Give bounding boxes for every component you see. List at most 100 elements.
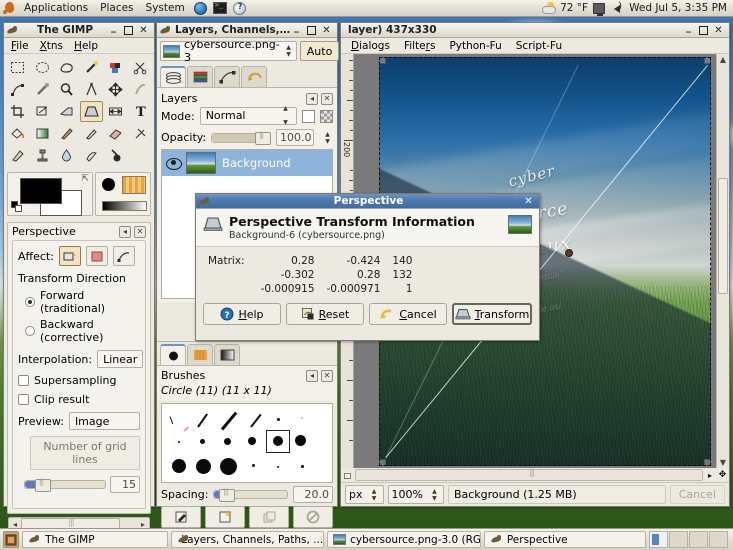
scroll-up-icon[interactable]: ▲ [717, 55, 729, 64]
clip-result-row[interactable]: Clip result [18, 393, 140, 406]
supersampling-checkbox[interactable] [18, 375, 29, 386]
close-button[interactable] [321, 25, 332, 36]
grid-lines-slider-row[interactable]: 15 [18, 476, 140, 493]
dodge-burn-icon[interactable] [104, 145, 128, 166]
eraser-icon[interactable] [104, 123, 128, 144]
menu-system[interactable]: System [140, 0, 191, 16]
active-brush-indicator[interactable] [102, 178, 115, 191]
text-icon[interactable]: T [129, 101, 153, 122]
image-selector-spinner-icon[interactable]: ▲ ▼ [283, 44, 293, 58]
transform-button[interactable]: Transform [452, 303, 532, 325]
dock-close-icon[interactable]: ✕ [134, 225, 146, 238]
transform-handle-bl[interactable] [379, 459, 386, 466]
workspace-2[interactable] [669, 531, 688, 548]
foreground-color-swatch[interactable] [20, 178, 62, 204]
close-button[interactable] [713, 25, 724, 36]
clip-result-checkbox[interactable] [18, 394, 29, 405]
reset-colors-icon[interactable] [11, 201, 22, 212]
transform-selection-icon[interactable] [85, 246, 108, 266]
unit-spinner-icon[interactable]: ▲ ▼ [369, 488, 380, 502]
radio-forward[interactable] [25, 297, 35, 307]
help-button[interactable]: ? Help [203, 303, 281, 325]
workspace-switcher[interactable] [649, 531, 730, 548]
crop-icon[interactable] [6, 101, 30, 122]
spacing-slider[interactable] [213, 488, 288, 502]
minimize-button[interactable] [108, 25, 119, 36]
zoom-icon[interactable] [55, 79, 79, 100]
radio-backward[interactable] [25, 326, 35, 336]
menu-xtns[interactable]: Xtns [35, 39, 68, 53]
paths-tab-icon[interactable] [214, 66, 240, 87]
reset-button[interactable]: Reset [286, 303, 364, 325]
opacity-value[interactable]: 100.0 [276, 129, 314, 146]
active-brush-pattern-gradient[interactable] [95, 172, 151, 216]
spacing-value[interactable]: 20.0 [293, 486, 333, 503]
unit-selector[interactable]: px ▲ ▼ [345, 485, 384, 504]
shear-perspective-icon[interactable] [79, 101, 103, 122]
minimize-button[interactable] [683, 25, 694, 36]
channels-tab-icon[interactable] [187, 66, 213, 87]
pencil-icon[interactable] [55, 123, 79, 144]
transform-handle-tl[interactable] [379, 57, 386, 64]
select-by-color-icon[interactable] [104, 57, 128, 78]
taskbar-item-image[interactable]: cybersource.png-3.0 (RG... [327, 531, 481, 548]
close-button[interactable] [523, 196, 534, 207]
smudge-icon[interactable] [80, 145, 104, 166]
ellipse-select-icon[interactable] [31, 57, 55, 78]
gradient-icon[interactable] [31, 123, 55, 144]
dock-close-icon[interactable]: ✕ [321, 369, 333, 382]
workspace-4[interactable] [709, 531, 728, 548]
preview-combo[interactable]: Image [68, 412, 140, 430]
rotate-icon[interactable] [31, 101, 55, 122]
blur-sharpen-icon[interactable] [55, 145, 79, 166]
image-selector-combo[interactable]: cybersource.png-3 ▲ ▼ [160, 38, 297, 64]
menu-filters[interactable]: Filters [400, 39, 440, 53]
scale-icon[interactable] [55, 101, 79, 122]
brushes-tab-icon[interactable] [160, 344, 186, 365]
airbrush-icon[interactable] [129, 123, 153, 144]
move-icon[interactable] [104, 79, 128, 100]
active-pattern-indicator[interactable] [122, 176, 146, 194]
auto-button[interactable]: Auto [299, 41, 340, 61]
taskbar-item-gimp[interactable]: The GIMP [22, 531, 169, 548]
menu-places[interactable]: Places [94, 0, 139, 16]
transform-handle-br[interactable] [704, 459, 711, 466]
ink-icon[interactable] [6, 145, 30, 166]
flip-icon[interactable] [104, 101, 128, 122]
table-row[interactable]: Background [162, 150, 332, 176]
maximize-button[interactable] [123, 25, 134, 36]
menu-applications[interactable]: Applications [18, 0, 94, 16]
transform-path-icon[interactable] [112, 246, 135, 266]
mode-spinner-icon[interactable]: ▲ ▼ [280, 102, 291, 130]
swap-colors-icon[interactable]: ⇱ [81, 174, 89, 184]
terminal-icon[interactable] [212, 1, 227, 14]
paintbrush-icon[interactable] [80, 123, 104, 144]
grid-lines-slider[interactable] [24, 478, 106, 492]
undo-history-tab-icon[interactable] [241, 66, 267, 87]
color-picker-icon[interactable] [31, 79, 55, 100]
cancel-button[interactable]: Cancel [369, 303, 447, 325]
clock[interactable]: Wed Jul 5, 3:35 PM [629, 2, 727, 14]
foreground-background-colors[interactable]: ⇱ [7, 172, 93, 216]
active-gradient-indicator[interactable] [102, 201, 147, 211]
dock-close-icon[interactable]: ✕ [321, 92, 333, 105]
help-icon[interactable] [232, 1, 246, 15]
dock-menu-icon[interactable]: ◂ [119, 225, 131, 238]
duplicate-brush-icon[interactable] [249, 506, 289, 528]
clone-icon[interactable] [31, 145, 55, 166]
lock-pixels-icon[interactable] [320, 109, 333, 123]
zoom-spinner-icon[interactable]: ▲ ▼ [429, 488, 440, 502]
dock-menu-icon[interactable]: ◂ [306, 369, 318, 382]
scroll-down-icon[interactable]: ▼ [717, 458, 729, 467]
taskbar-item-perspective[interactable]: Perspective [483, 531, 646, 548]
workspace-1[interactable] [649, 531, 668, 548]
direction-backward-option[interactable]: Backward (corrective) [18, 318, 140, 344]
transform-handle-tr[interactable] [704, 57, 711, 64]
close-button[interactable] [138, 25, 149, 36]
volume-icon[interactable] [610, 1, 624, 14]
show-desktop-icon[interactable] [3, 531, 20, 548]
free-select-icon[interactable] [55, 57, 79, 78]
horizontal-scrollbar[interactable]: □ ▸ ✥ [341, 468, 729, 482]
menu-file[interactable]: File [6, 39, 34, 53]
lock-alpha-checkbox[interactable] [302, 109, 315, 123]
